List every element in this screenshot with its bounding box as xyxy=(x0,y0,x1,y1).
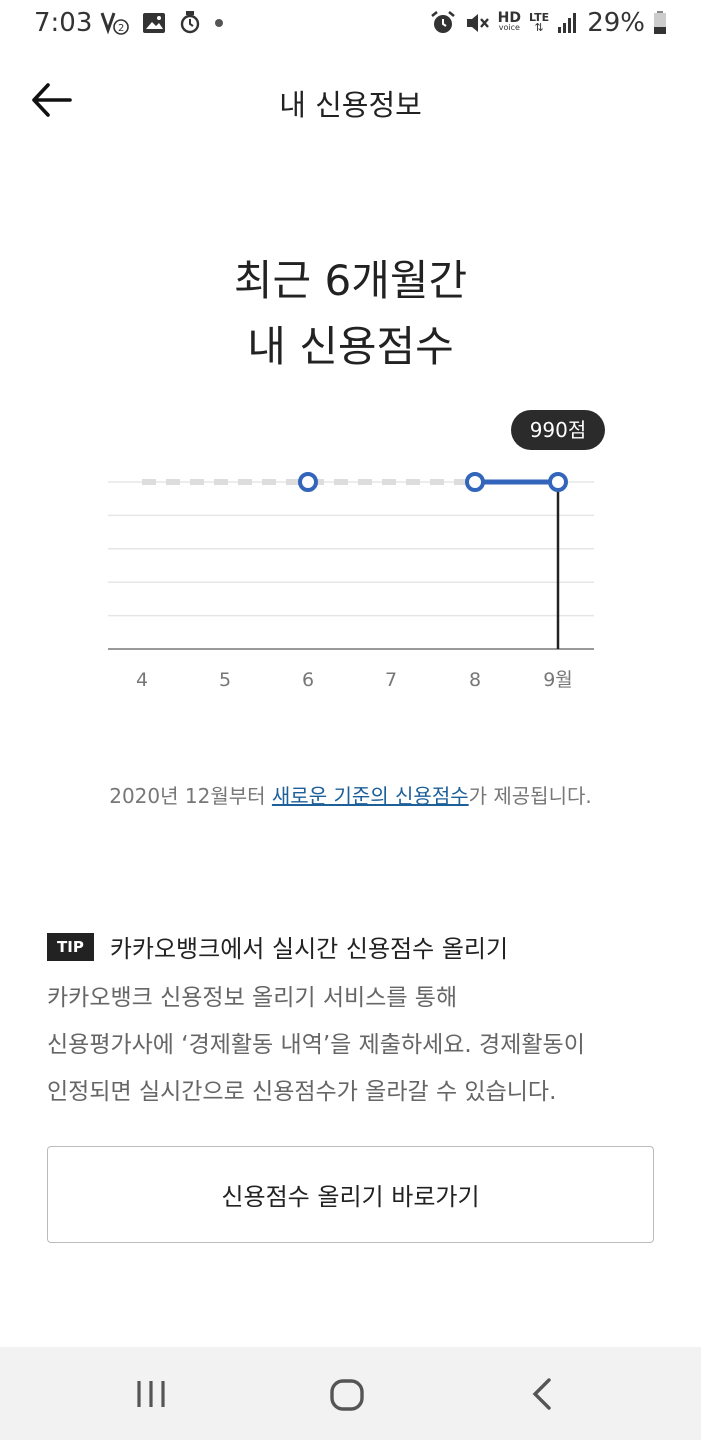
chart-point xyxy=(465,472,485,492)
tip-line: 인정되면 실시간으로 신용점수가 올라갈 수 있습니다. xyxy=(47,1079,557,1105)
back-nav-button[interactable] xyxy=(523,1375,563,1415)
chart-tooltip-label: 990점 xyxy=(530,418,587,442)
score-notice: 2020년 12월부터 새로운 기준의 신용점수가 제공됩니다. xyxy=(0,780,701,809)
chart-point xyxy=(298,472,318,492)
page-title-line2: 내 신용점수 xyxy=(247,322,454,371)
dot-icon xyxy=(215,19,223,27)
status-bar: 7:03 2 HD voice LTE ⇅ 29% xyxy=(0,0,701,50)
app-header: 내 신용정보 xyxy=(0,60,701,140)
credit-score-chart: 990점 4 5 6 7 8 9월 xyxy=(108,410,605,691)
watch-icon xyxy=(180,11,200,34)
back-nav-icon xyxy=(532,1378,551,1410)
tip-header: TIP 카카오뱅크에서 실시간 신용점수 올리기 xyxy=(47,929,508,964)
volte-2-icon: 2 xyxy=(100,12,129,35)
raise-score-button[interactable]: 신용점수 올리기 바로가기 xyxy=(47,1146,654,1243)
tip-body: 카카오뱅크 신용정보 올리기 서비스를 통해 신용평가사에 ‘경제활동 내역’을… xyxy=(47,975,657,1116)
chart-x-tick-label: 4 xyxy=(136,669,148,691)
lte-icon: LTE ⇅ xyxy=(528,11,550,34)
hd-voice-icon: HD voice xyxy=(497,10,521,32)
gallery-icon xyxy=(143,13,165,33)
tip-badge: TIP xyxy=(47,932,94,961)
tip-line: 카카오뱅크 신용정보 올리기 서비스를 통해 xyxy=(47,985,458,1011)
alarm-icon xyxy=(430,11,455,33)
page-title-line1: 최근 6개월간 xyxy=(233,256,468,305)
new-score-link[interactable]: 새로운 기준의 신용점수 xyxy=(272,784,469,808)
chart-point xyxy=(548,472,568,492)
svg-text:2: 2 xyxy=(118,23,124,34)
notice-suffix: 가 제공됩니다. xyxy=(468,784,592,808)
recent-apps-icon xyxy=(137,1381,165,1407)
chart-x-tick-label: 5 xyxy=(219,669,231,691)
tip-title: 카카오뱅크에서 실시간 신용점수 올리기 xyxy=(109,935,509,963)
chart-x-tick-label: 7 xyxy=(385,669,397,691)
signal-icon xyxy=(558,13,577,33)
tip-line: 신용평가사에 ‘경제활동 내역’을 제출하세요. 경제활동이 xyxy=(47,1032,585,1058)
mute-icon xyxy=(466,14,489,32)
status-time: 7:03 xyxy=(34,8,93,38)
home-icon xyxy=(330,1379,364,1411)
notice-prefix: 2020년 12월부터 xyxy=(109,784,272,808)
chart-x-tick-label: 8 xyxy=(469,669,481,691)
home-button[interactable] xyxy=(327,1375,367,1415)
recent-apps-button[interactable] xyxy=(131,1375,171,1415)
battery-percent: 29% xyxy=(587,8,645,38)
chart-x-tick-label: 9월 xyxy=(543,669,573,691)
chart-x-tick-label: 6 xyxy=(302,669,314,691)
battery-icon xyxy=(654,11,666,34)
system-nav-bar xyxy=(0,1347,701,1440)
header-title: 내 신용정보 xyxy=(279,88,422,122)
page-title: 최근 6개월간 내 신용점수 xyxy=(0,248,701,380)
